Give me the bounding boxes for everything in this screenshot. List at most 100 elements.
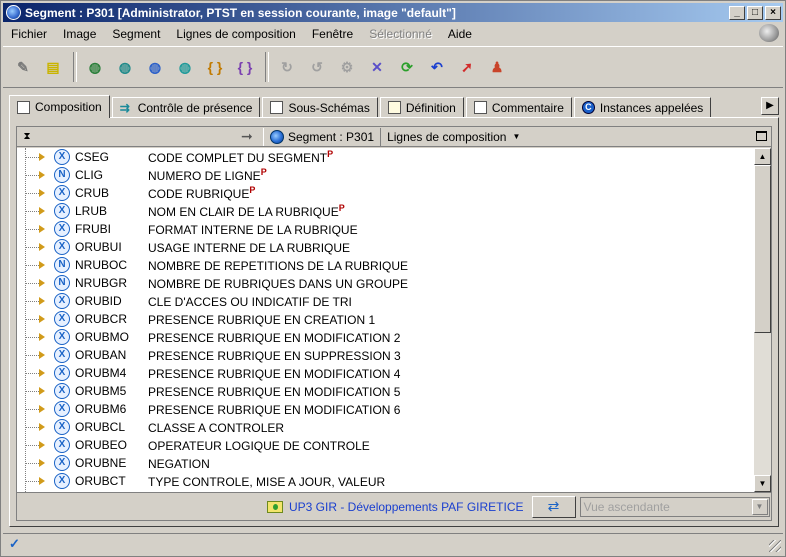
expand-arrow-icon[interactable] <box>39 225 45 233</box>
field-type-icon: X <box>54 473 70 489</box>
expand-arrow-icon[interactable] <box>39 153 45 161</box>
arrow-red-button[interactable]: ➚ <box>455 55 479 79</box>
globe-green-button[interactable]: ◍ <box>83 55 107 79</box>
tab-sous-schemas[interactable]: Sous-Schémas <box>262 97 378 117</box>
field-label: NUMERO DE LIGNEP <box>148 167 267 183</box>
table-row[interactable]: X ORUBCR PRESENCE RUBRIQUE EN CREATION 1 <box>17 310 754 328</box>
undo-disabled-button[interactable]: ↺ <box>305 55 329 79</box>
expand-arrow-icon[interactable] <box>39 207 45 215</box>
expand-arrow-icon[interactable] <box>39 459 45 467</box>
field-label: CODE RUBRIQUEP <box>148 185 255 201</box>
lines-dropdown[interactable]: Lignes de composition ▼ <box>381 128 526 146</box>
table-row[interactable]: X CRUB CODE RUBRIQUEP <box>17 184 754 202</box>
pen-button[interactable]: ✎ <box>11 55 35 79</box>
globe-list-button[interactable]: ◍ <box>143 55 167 79</box>
tab-scroll-right-button[interactable]: ▶ <box>761 97 779 115</box>
table-row[interactable]: X CSEG CODE COMPLET DU SEGMENTP <box>17 148 754 166</box>
tab-composition[interactable]: Composition <box>9 95 110 118</box>
menu-fenetre[interactable]: Fenêtre <box>304 27 361 41</box>
minimize-button[interactable]: _ <box>729 5 745 20</box>
undo-button[interactable]: ↶ <box>425 55 449 79</box>
table-row[interactable]: X ORUBEO OPERATEUR LOGIQUE DE CONTROLE <box>17 436 754 454</box>
close-button[interactable]: × <box>765 5 781 20</box>
menu-fichier[interactable]: Fichier <box>3 27 55 41</box>
tree-connector <box>25 481 39 482</box>
scroll-thumb[interactable] <box>754 165 771 333</box>
field-label-text: PRESENCE RUBRIQUE EN MODIFICATION 5 <box>148 385 401 399</box>
collapse-all-icon[interactable]: ⧗ <box>17 131 37 142</box>
expand-arrow-icon[interactable] <box>39 477 45 485</box>
bracket-button[interactable]: { } <box>203 55 227 79</box>
tree-connector <box>25 301 39 302</box>
field-type-icon: X <box>54 437 70 453</box>
table-row[interactable]: X ORUBM5 PRESENCE RUBRIQUE EN MODIFICATION… <box>17 382 754 400</box>
redo-disabled-button[interactable]: ↻ <box>275 55 299 79</box>
tree-connector <box>25 247 39 248</box>
table-row[interactable]: X ORUBMO PRESENCE RUBRIQUE EN MODIFICATION… <box>17 328 754 346</box>
tree-connector <box>25 211 39 212</box>
table-row[interactable]: X ORUBNE NEGATION <box>17 454 754 472</box>
expand-arrow-icon[interactable] <box>39 333 45 341</box>
expand-arrow-icon[interactable] <box>39 243 45 251</box>
table-row[interactable]: X ORUBM4 PRESENCE RUBRIQUE EN MODIFICATION… <box>17 364 754 382</box>
expand-arrow-icon[interactable] <box>39 261 45 269</box>
expand-arrow-icon[interactable] <box>39 351 45 359</box>
table-row[interactable]: X ORUBCT TYPE CONTROLE, MISE A JOUR, VALEU… <box>17 472 754 490</box>
table-row[interactable]: X ORUBID CLE D'ACCES OU INDICATIF DE TRI <box>17 292 754 310</box>
expand-arrow-icon[interactable] <box>39 423 45 431</box>
tab-definition[interactable]: Définition <box>379 97 464 117</box>
field-code: ORUBCT <box>75 474 126 488</box>
delete-button[interactable]: ✕ <box>365 55 389 79</box>
expand-arrow-icon[interactable] <box>39 369 45 377</box>
scroll-down-button[interactable]: ▼ <box>754 475 771 492</box>
globe-link-button[interactable]: ◍ <box>173 55 197 79</box>
bracket-link-button[interactable]: { } <box>233 55 257 79</box>
menu-segment[interactable]: Segment <box>104 27 168 41</box>
field-code: CLIG <box>75 168 104 182</box>
expand-arrow-icon[interactable] <box>39 315 45 323</box>
expand-arrow-icon[interactable] <box>39 297 45 305</box>
swap-view-button[interactable]: ⇄ <box>531 495 576 518</box>
menu-lignes-de-composition[interactable]: Lignes de composition <box>168 27 303 41</box>
menu-image[interactable]: Image <box>55 27 104 41</box>
table-row[interactable]: X LRUB NOM EN CLAIR DE LA RUBRIQUEP <box>17 202 754 220</box>
expand-arrow-icon[interactable] <box>39 387 45 395</box>
expand-arrow-icon[interactable] <box>39 189 45 197</box>
field-label: CLE D'ACCES OU INDICATIF DE TRI <box>148 293 352 309</box>
tab-instances-appelees[interactable]: C Instances appelées <box>573 97 712 117</box>
table-row[interactable]: X FRUBI FORMAT INTERNE DE LA RUBRIQUE <box>17 220 754 238</box>
expand-arrow-icon[interactable] <box>39 279 45 287</box>
navigate-arrow-icon[interactable]: ➞ <box>241 128 263 145</box>
vertical-scrollbar[interactable]: ▲ ▼ <box>754 148 771 492</box>
table-row[interactable]: X ORUBCL CLASSE A CONTROLER <box>17 418 754 436</box>
scroll-up-button[interactable]: ▲ <box>754 148 771 165</box>
field-code: ORUBNE <box>75 456 127 470</box>
table-row[interactable]: X ORUBUI USAGE INTERNE DE LA RUBRIQUE <box>17 238 754 256</box>
undo-disabled-icon: ↺ <box>311 58 323 75</box>
globe-teal-button[interactable]: ◍ <box>113 55 137 79</box>
segment-breadcrumb[interactable]: Segment : P301 <box>263 127 382 146</box>
table-row[interactable]: N NRUBGR NOMBRE DE RUBRIQUES DANS UN GROUP… <box>17 274 754 292</box>
maximize-panel-icon[interactable] <box>756 131 767 141</box>
menu-aide[interactable]: Aide <box>440 27 480 41</box>
table-row[interactable]: X ORUBAN PRESENCE RUBRIQUE EN SUPPRESSION … <box>17 346 754 364</box>
document-button[interactable]: ▤ <box>41 55 65 79</box>
library-label: UP3 GIR - Développements PAF GIRETICE <box>289 499 524 514</box>
maximize-button[interactable]: □ <box>747 5 763 20</box>
expand-arrow-icon[interactable] <box>39 441 45 449</box>
expand-arrow-icon[interactable] <box>39 171 45 179</box>
expand-arrow-icon[interactable] <box>39 405 45 413</box>
field-type-icon: X <box>54 383 70 399</box>
tab-controle-de-presence[interactable]: ⇉ Contrôle de présence <box>111 97 261 117</box>
refresh-button[interactable]: ⟳ <box>395 55 419 79</box>
gear-disabled-button[interactable]: ⚙ <box>335 55 359 79</box>
field-label-text: CODE COMPLET DU SEGMENT <box>148 151 328 165</box>
table-row[interactable]: X ORUBM6 PRESENCE RUBRIQUE EN MODIFICATION… <box>17 400 754 418</box>
comment-icon <box>473 101 487 114</box>
title-bar[interactable]: Segment : P301 [Administrator, PTST en s… <box>3 3 783 22</box>
tab-commentaire[interactable]: Commentaire <box>465 97 572 117</box>
user-button[interactable]: ♟ <box>485 55 509 79</box>
table-row[interactable]: N CLIG NUMERO DE LIGNEP <box>17 166 754 184</box>
resize-grip[interactable] <box>769 540 781 552</box>
table-row[interactable]: N NRUBOC NOMBRE DE REPETITIONS DE LA RUBRI… <box>17 256 754 274</box>
